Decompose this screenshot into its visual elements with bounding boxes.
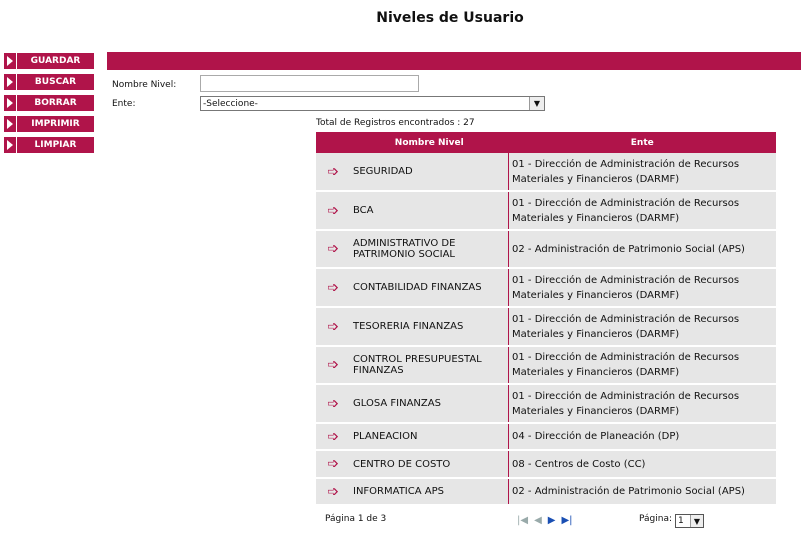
table-row[interactable]: ➩ CONTABILIDAD FINANZAS 01 - Dirección d…: [316, 268, 776, 308]
chevron-down-icon[interactable]: ▼: [529, 97, 544, 110]
row-ente: 02 - Administración de Patrimonio Social…: [508, 478, 776, 506]
limpiar-button-label: LIMPIAR: [34, 140, 77, 150]
page-title: Niveles de Usuario: [376, 10, 524, 26]
borrar-button-label: BORRAR: [34, 98, 77, 108]
play-arrow-icon: [7, 119, 13, 129]
next-page-icon[interactable]: ▶: [548, 515, 556, 526]
header-action: [316, 132, 350, 153]
borrar-button[interactable]: BORRAR: [4, 95, 94, 111]
arrow-right-icon[interactable]: ➩: [316, 384, 350, 424]
row-ente: 04 - Dirección de Planeación (DP): [508, 423, 776, 451]
table-row[interactable]: ➩ PLANEACION 04 - Dirección de Planeació…: [316, 423, 776, 451]
page-indicator: Página 1 de 3: [325, 514, 387, 524]
row-nombre: CENTRO DE COSTO: [350, 450, 509, 479]
row-nombre: PLANEACION: [350, 423, 509, 451]
arrow-right-icon[interactable]: ➩: [316, 153, 350, 192]
row-nombre: CONTROL PRESUPUESTAL FINANZAS: [350, 346, 509, 385]
arrow-right-icon[interactable]: ➩: [316, 268, 350, 308]
row-ente: 01 - Dirección de Administración de Recu…: [508, 346, 776, 385]
arrow-right-icon[interactable]: ➩: [316, 346, 350, 385]
table-row[interactable]: ➩ INFORMATICA APS 02 - Administración de…: [316, 478, 776, 506]
row-ente: 01 - Dirección de Administración de Recu…: [508, 268, 776, 308]
last-page-icon[interactable]: ▶|: [561, 515, 572, 526]
row-ente: 01 - Dirección de Administración de Recu…: [508, 153, 776, 192]
results-table: Nombre Nivel Ente ➩ SEGURIDAD 01 - Direc…: [316, 132, 776, 506]
table-row[interactable]: ➩ CENTRO DE COSTO 08 - Centros de Costo …: [316, 450, 776, 479]
row-nombre: SEGURIDAD: [350, 153, 509, 192]
buscar-button[interactable]: BUSCAR: [4, 74, 94, 90]
pager-controls: |◀ ◀ ▶ ▶|: [517, 515, 573, 526]
header-bar: [107, 52, 801, 70]
row-nombre: INFORMATICA APS: [350, 478, 509, 506]
arrow-right-icon[interactable]: ➩: [316, 478, 350, 506]
table-row[interactable]: ➩ ADMINISTRATIVO DE PATRIMONIO SOCIAL 02…: [316, 230, 776, 269]
imprimir-button-label: IMPRIMIR: [31, 119, 80, 129]
arrow-right-icon[interactable]: ➩: [316, 307, 350, 347]
arrow-right-icon[interactable]: ➩: [316, 191, 350, 231]
total-records: Total de Registros encontrados : 27: [316, 118, 475, 128]
row-nombre: BCA: [350, 191, 509, 231]
nombre-nivel-label: Nombre Nivel:: [112, 80, 177, 90]
ente-label: Ente:: [112, 99, 136, 109]
row-nombre: TESORERIA FINANZAS: [350, 307, 509, 347]
row-ente: 01 - Dirección de Administración de Recu…: [508, 307, 776, 347]
table-row[interactable]: ➩ BCA 01 - Dirección de Administración d…: [316, 191, 776, 231]
row-ente: 02 - Administración de Patrimonio Social…: [508, 230, 776, 269]
ente-select[interactable]: -Seleccione- ▼: [200, 96, 545, 111]
play-arrow-icon: [7, 140, 13, 150]
guardar-button-label: GUARDAR: [30, 56, 81, 66]
row-ente: 01 - Dirección de Administración de Recu…: [508, 384, 776, 424]
limpiar-button[interactable]: LIMPIAR: [4, 137, 94, 153]
page-label: Página:: [639, 514, 673, 524]
header-nombre-nivel: Nombre Nivel: [350, 132, 509, 153]
table-row[interactable]: ➩ GLOSA FINANZAS 01 - Dirección de Admin…: [316, 384, 776, 424]
play-arrow-icon: [7, 98, 13, 108]
action-buttons: GUARDAR BUSCAR BORRAR IMPRIMIR LIMPIAR: [4, 53, 94, 158]
buscar-button-label: BUSCAR: [34, 77, 77, 87]
guardar-button[interactable]: GUARDAR: [4, 53, 94, 69]
play-arrow-icon: [7, 77, 13, 87]
table-row[interactable]: ➩ CONTROL PRESUPUESTAL FINANZAS 01 - Dir…: [316, 346, 776, 385]
arrow-right-icon[interactable]: ➩: [316, 423, 350, 451]
imprimir-button[interactable]: IMPRIMIR: [4, 116, 94, 132]
arrow-right-icon[interactable]: ➩: [316, 450, 350, 479]
table-row[interactable]: ➩ TESORERIA FINANZAS 01 - Dirección de A…: [316, 307, 776, 347]
play-arrow-icon: [7, 56, 13, 66]
row-nombre: ADMINISTRATIVO DE PATRIMONIO SOCIAL: [350, 230, 509, 269]
first-page-icon[interactable]: |◀: [517, 515, 528, 526]
nombre-nivel-input[interactable]: [200, 75, 419, 92]
page-select[interactable]: 1 ▼: [675, 514, 704, 528]
row-nombre: CONTABILIDAD FINANZAS: [350, 268, 509, 308]
chevron-down-icon[interactable]: ▼: [690, 515, 703, 527]
row-ente: 01 - Dirección de Administración de Recu…: [508, 191, 776, 231]
arrow-right-icon[interactable]: ➩: [316, 230, 350, 269]
prev-page-icon[interactable]: ◀: [534, 515, 542, 526]
ente-select-value: -Seleccione-: [203, 98, 258, 109]
page-select-value: 1: [678, 516, 684, 526]
row-ente: 08 - Centros de Costo (CC): [508, 450, 776, 479]
row-nombre: GLOSA FINANZAS: [350, 384, 509, 424]
header-ente: Ente: [508, 132, 776, 153]
table-row[interactable]: ➩ SEGURIDAD 01 - Dirección de Administra…: [316, 153, 776, 192]
